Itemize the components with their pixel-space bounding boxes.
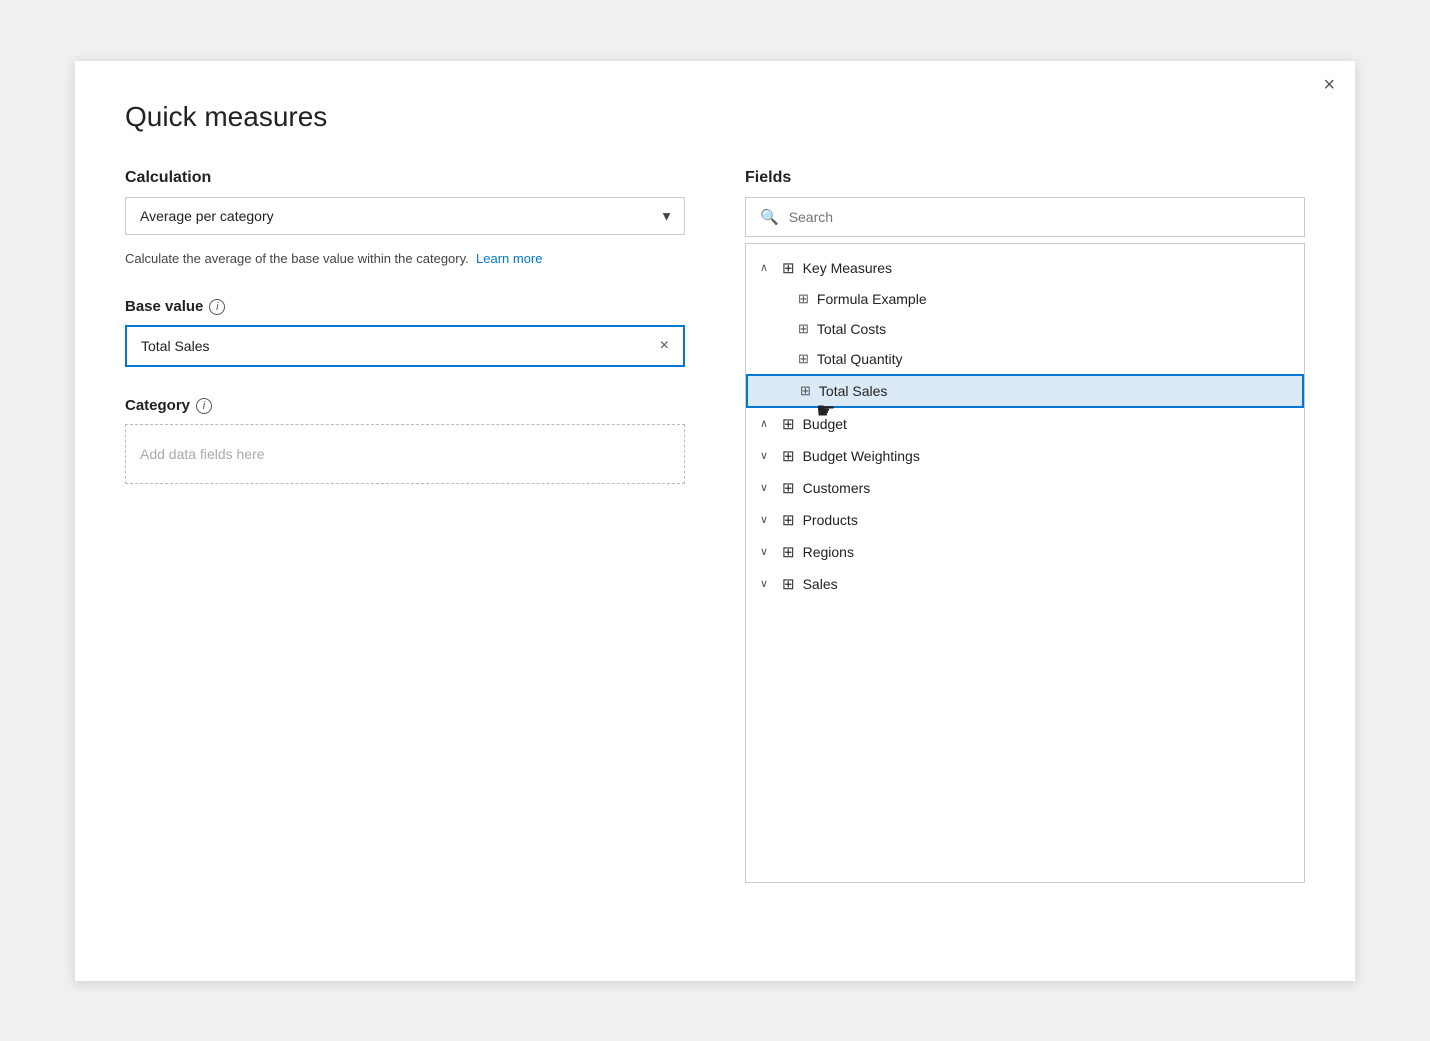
tree-item-label: Total Costs [817, 321, 886, 337]
search-input[interactable] [789, 209, 1290, 225]
category-info-icon: i [196, 398, 212, 414]
chevron-icon: ∨ [760, 545, 774, 558]
tree-item-total-sales[interactable]: ⊞Total Sales☛ [746, 374, 1304, 408]
close-button[interactable]: × [1323, 75, 1335, 95]
fields-label: Fields [745, 169, 1305, 187]
tree-item-label: Products [803, 512, 858, 528]
tree-item-label: Sales [803, 576, 838, 592]
tree-item-budget-weightings[interactable]: ∨ ⊞ Budget Weightings [746, 440, 1304, 472]
fields-tree: ∧ ⊞ Key Measures ⊞ Formula Example ⊞ Total Cos… [745, 243, 1305, 883]
table-icon: ⊞ [782, 447, 795, 465]
chevron-icon: ∨ [760, 513, 774, 526]
table-icon: ⊞ [782, 479, 795, 497]
tree-item-total-costs[interactable]: ⊞ Total Costs [746, 314, 1304, 344]
tree-item-products[interactable]: ∨ ⊞ Products [746, 504, 1304, 536]
quick-measures-dialog: × Quick measures Calculation Average per… [75, 61, 1355, 981]
measure-icon: ⊞ [798, 351, 809, 367]
category-label: Category i [125, 397, 685, 414]
tree-item-label: Key Measures [803, 260, 892, 276]
tree-item-label: Budget Weightings [803, 448, 920, 464]
content-layout: Calculation Average per category ▼ Calcu… [125, 169, 1305, 883]
chevron-icon: ∨ [760, 481, 774, 494]
chevron-icon: ∧ [760, 417, 774, 430]
calculation-dropdown[interactable]: Average per category [125, 197, 685, 235]
table-icon: ⊞ [782, 543, 795, 561]
measure-icon: ⊞ [800, 383, 811, 399]
tree-item-label: Total Sales [819, 383, 887, 399]
search-box: 🔍 [745, 197, 1305, 237]
tree-item-customers[interactable]: ∨ ⊞ Customers [746, 472, 1304, 504]
calculation-dropdown-wrapper: Average per category ▼ [125, 197, 685, 235]
category-placeholder-text: Add data fields here [140, 446, 265, 462]
left-panel: Calculation Average per category ▼ Calcu… [125, 169, 685, 883]
tree-item-label: Budget [803, 416, 847, 432]
tree-item-label: Total Quantity [817, 351, 903, 367]
category-drop-zone[interactable]: Add data fields here [125, 424, 685, 484]
chevron-icon: ∨ [760, 577, 774, 590]
tree-item-key-measures[interactable]: ∧ ⊞ Key Measures [746, 252, 1304, 284]
tree-item-total-quantity[interactable]: ⊞ Total Quantity [746, 344, 1304, 374]
learn-more-link[interactable]: Learn more [476, 251, 542, 266]
base-value-clear-button[interactable]: × [660, 337, 669, 355]
table-icon: ⊞ [782, 575, 795, 593]
chevron-icon: ∨ [760, 449, 774, 462]
search-icon: 🔍 [760, 208, 779, 226]
tree-item-label: Customers [803, 480, 871, 496]
table-icon: ⊞ [782, 511, 795, 529]
tree-item-sales[interactable]: ∨ ⊞ Sales [746, 568, 1304, 600]
tree-item-label: Formula Example [817, 291, 927, 307]
base-value-text: Total Sales [141, 338, 209, 354]
measure-icon: ⊞ [782, 259, 795, 277]
base-value-label: Base value i [125, 298, 685, 315]
right-panel: Fields 🔍 ∧⊞Key Measures⊞Formula Example⊞… [745, 169, 1305, 883]
tree-item-budget[interactable]: ∧ ⊞ Budget [746, 408, 1304, 440]
base-value-input[interactable]: Total Sales × [125, 325, 685, 367]
measure-icon: ⊞ [798, 291, 809, 307]
tree-item-formula-example[interactable]: ⊞ Formula Example [746, 284, 1304, 314]
dialog-title: Quick measures [125, 101, 1305, 133]
measure-icon: ⊞ [798, 321, 809, 337]
tree-item-label: Regions [803, 544, 854, 560]
calculation-label: Calculation [125, 169, 685, 187]
base-value-info-icon: i [209, 299, 225, 315]
tree-item-regions[interactable]: ∨ ⊞ Regions [746, 536, 1304, 568]
chevron-icon: ∧ [760, 261, 774, 274]
table-icon: ⊞ [782, 415, 795, 433]
description-text: Calculate the average of the base value … [125, 249, 685, 269]
